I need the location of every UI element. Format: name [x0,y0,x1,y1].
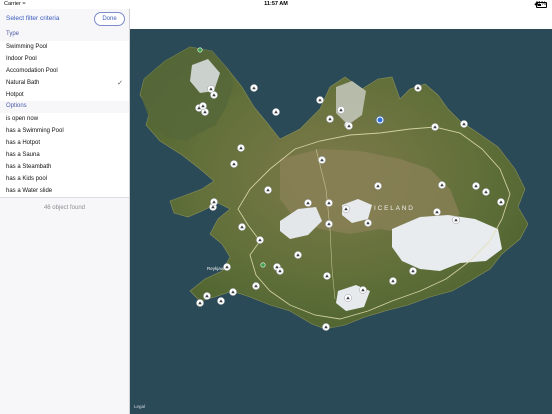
park-pin-icon[interactable] [260,262,266,268]
pool-pin-icon[interactable] [438,181,446,189]
map-canvas[interactable]: ICELAND Reykjavík [130,29,552,414]
battery-icon [535,2,547,8]
sidebar-nav-bar: Select filter criteria Done [0,9,129,30]
pool-pin-icon[interactable] [294,251,302,259]
option-row-label: is open now [6,115,39,122]
pool-pin-icon[interactable] [374,182,382,190]
type-row-label: Indoor Pool [6,55,37,62]
pool-pin-icon[interactable] [414,84,422,92]
pool-pin-icon[interactable] [359,286,367,294]
option-row[interactable]: has a Water slide [0,185,129,198]
status-bar: Carrier ≈ 11:57 AM 41% [0,0,552,9]
option-row-label: has a Kids pool [6,175,48,182]
pool-pin-icon[interactable] [304,199,312,207]
user-location-icon[interactable] [376,116,384,124]
map-region-label: ICELAND [374,205,415,212]
type-row-label: Natural Bath [6,79,40,86]
pool-pin-icon[interactable] [210,91,218,99]
checkmark-icon: ✓ [117,79,123,87]
pool-pin-icon[interactable] [276,267,284,275]
pool-pin-icon[interactable] [210,198,218,206]
map-view[interactable]: ICELAND Reykjavík [130,29,552,414]
pool-pin-icon[interactable] [472,182,480,190]
pool-pin-icon[interactable] [409,267,417,275]
pool-pin-icon[interactable] [344,294,352,302]
type-row-label: Swimming Pool [6,43,48,50]
pool-pin-icon[interactable] [325,220,333,228]
pool-pin-icon[interactable] [326,115,334,123]
pool-pin-icon[interactable] [389,277,397,285]
status-right: 41% [534,1,547,8]
option-row-label: has a Steambath [6,163,52,170]
pool-pin-icon[interactable] [252,282,260,290]
pool-pin-icon[interactable] [237,144,245,152]
pool-pin-icon[interactable] [199,102,207,110]
pool-pin-icon[interactable] [433,208,441,216]
option-row-label: has a Water slide [6,187,53,194]
pool-pin-icon[interactable] [364,219,372,227]
status-time: 11:57 AM [264,1,288,7]
pool-pin-icon[interactable] [203,292,211,300]
pool-pin-icon[interactable] [256,236,264,244]
pool-pin-icon[interactable] [460,120,468,128]
filter-sidebar: Select filter criteria Done Type Swimmin… [0,9,130,414]
pool-pin-icon[interactable] [316,96,324,104]
sidebar-title: Select filter criteria [6,15,60,22]
pool-pin-icon[interactable] [452,216,460,224]
pool-pin-icon[interactable] [337,106,345,114]
pool-pin-icon[interactable] [497,198,505,206]
option-row-label: has a Swimming Pool [6,127,64,134]
park-pin-icon[interactable] [197,47,203,53]
pool-pin-icon[interactable] [342,205,350,213]
pool-pin-icon[interactable] [238,223,246,231]
pool-pin-icon[interactable] [264,186,272,194]
pool-pin-icon[interactable] [431,123,439,131]
option-row-label: has a Sauna [6,151,40,158]
map-legal-link[interactable]: Legal [134,404,145,409]
pool-pin-icon[interactable] [345,122,353,130]
pool-pin-icon[interactable] [196,299,204,307]
option-row-label: has a Hotpot [6,139,41,146]
pool-pin-icon[interactable] [323,272,331,280]
type-row-label: Accomodation Pool [6,67,58,74]
result-count: 46 object found [43,205,86,211]
pool-pin-icon[interactable] [272,108,280,116]
pool-pin-icon[interactable] [322,323,330,331]
pool-pin-icon[interactable] [230,160,238,168]
pool-pin-icon[interactable] [217,297,225,305]
type-row-label: Hotpot [6,91,24,98]
pool-pin-icon[interactable] [250,84,258,92]
pool-pin-icon[interactable] [325,199,333,207]
pool-pin-icon[interactable] [223,263,231,271]
pool-pin-icon[interactable] [229,288,237,296]
pool-pin-icon[interactable] [482,188,490,196]
done-button[interactable]: Done [94,12,125,26]
pool-pin-icon[interactable] [318,156,326,164]
